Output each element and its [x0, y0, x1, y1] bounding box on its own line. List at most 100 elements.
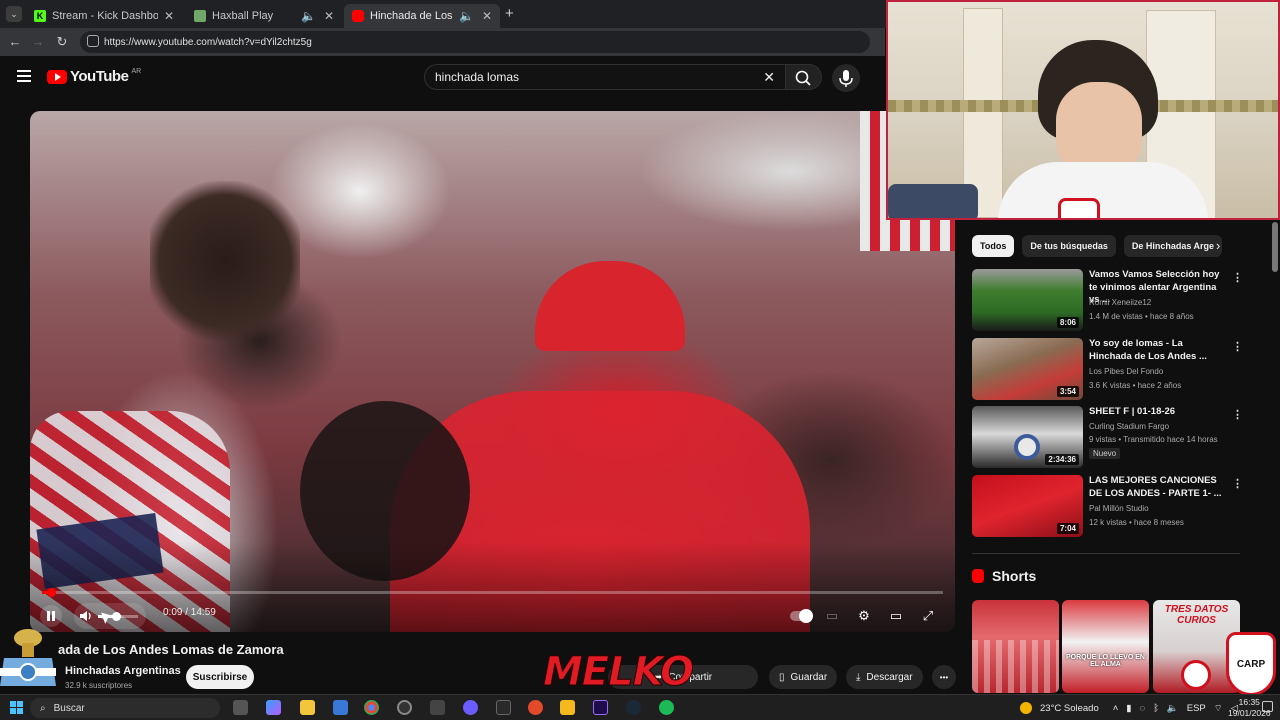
recommendation-item[interactable]: 2:34:36 SHEET F | 01-18-26 Curling Stadi…	[972, 406, 1243, 468]
spotify-icon[interactable]	[659, 700, 674, 715]
progress-bar[interactable]	[42, 588, 943, 597]
speaker-icon[interactable]: 🔈	[1167, 703, 1179, 714]
volume-icon[interactable]	[78, 608, 94, 624]
recommendation-title[interactable]: LAS MEJORES CANCIONES DE LOS ANDES - PAR…	[1089, 475, 1224, 500]
task-view-icon[interactable]	[233, 700, 248, 715]
recommendation-title[interactable]: Yo soy de lomas - La Hinchada de Los And…	[1089, 338, 1224, 363]
recommendation-channel[interactable]: Curling Stadium Fargo	[1089, 422, 1169, 431]
url-field[interactable]: https://www.youtube.com/watch?v=dYil2cht…	[80, 31, 870, 53]
store-icon[interactable]	[333, 700, 348, 715]
weather-text[interactable]: 23°C Soleado	[1040, 703, 1099, 714]
tab-haxball[interactable]: Haxball Play 🔈 ✕	[186, 4, 342, 28]
capcut-icon[interactable]	[430, 700, 445, 715]
more-options-icon[interactable]: ⋮	[1232, 271, 1243, 284]
notifications-icon[interactable]	[1262, 701, 1273, 712]
chips-next-icon[interactable]: ›	[1216, 238, 1220, 253]
recommendation-channel[interactable]: Pal Millón Studio	[1089, 504, 1149, 513]
premiere-icon[interactable]	[593, 700, 608, 715]
more-options-icon[interactable]: ⋮	[1232, 408, 1243, 421]
sidebar-scrollbar[interactable]	[1272, 222, 1278, 272]
close-icon[interactable]: ✕	[164, 9, 174, 23]
speaker-icon[interactable]: 🔈	[301, 9, 316, 23]
epic-games-icon[interactable]	[496, 700, 511, 715]
club-crest-shape	[1181, 660, 1211, 690]
windows-start-icon[interactable]	[10, 701, 23, 714]
search-button[interactable]	[786, 64, 822, 90]
youtube-wordmark: YouTube	[70, 68, 129, 85]
video-duration: 7:04	[1056, 523, 1079, 534]
volume-knob[interactable]	[112, 612, 121, 621]
back-icon[interactable]: ←	[7, 34, 23, 49]
recommendation-title[interactable]: SHEET F | 01-18-26	[1089, 406, 1224, 419]
speaker-icon[interactable]: 🔈	[459, 9, 474, 23]
network-icon[interactable]: ◌	[1140, 703, 1146, 714]
subtitles-button[interactable]: ▭	[821, 605, 843, 627]
wifi-icon[interactable]: ⌔	[1214, 703, 1223, 714]
video-player[interactable]: 0:09 / 14:59 ▭ ⚙ ▭ ⤢	[30, 111, 955, 632]
menu-icon[interactable]	[17, 70, 31, 82]
chip-from-channel[interactable]: De Hinchadas Arge	[1123, 235, 1223, 257]
voice-search-button[interactable]	[832, 64, 860, 92]
copilot-icon[interactable]	[266, 700, 281, 715]
search-input[interactable]: hinchada lomas ✕	[424, 64, 786, 90]
video-thumbnail[interactable]: 2:34:36	[972, 406, 1083, 468]
bluetooth-icon[interactable]: ᛒ	[1153, 703, 1159, 714]
stream-overlay-logo: MELKO	[542, 649, 694, 695]
forward-icon[interactable]: →	[30, 34, 46, 49]
subscribe-button[interactable]: Suscribirse	[186, 665, 254, 689]
app-icon[interactable]	[528, 700, 543, 715]
settings-button[interactable]: ⚙	[853, 605, 875, 627]
channel-name[interactable]: Hinchadas Argentinas	[65, 665, 181, 677]
head-shape	[150, 181, 300, 341]
taskbar-search[interactable]: ⌕ Buscar	[30, 698, 220, 718]
chrome-icon[interactable]	[364, 700, 379, 715]
site-info-icon[interactable]	[87, 35, 99, 47]
tab-label: Haxball Play	[212, 10, 274, 22]
new-tab-button[interactable]: +	[505, 5, 514, 22]
pause-button[interactable]	[40, 605, 62, 627]
chip-from-searches[interactable]: De tus búsquedas	[1022, 235, 1116, 257]
recommendation-item[interactable]: 3:54 Yo soy de lomas - La Hinchada de Lo…	[972, 338, 1243, 400]
recommendation-channel[interactable]: Los Pibes Del Fondo	[1089, 367, 1163, 376]
reload-icon[interactable]: ↻	[54, 34, 70, 50]
recommendation-item[interactable]: 7:04 LAS MEJORES CANCIONES DE LOS ANDES …	[972, 475, 1243, 537]
save-button[interactable]: ▯ Guardar	[769, 665, 838, 689]
fullscreen-button[interactable]: ⤢	[917, 605, 939, 627]
language-indicator[interactable]: ESP	[1187, 703, 1206, 714]
youtube-logo[interactable]: YouTube AR	[47, 68, 141, 85]
microphone-icon[interactable]: ▮	[1126, 703, 1131, 714]
chevron-up-icon[interactable]: ˄	[1113, 703, 1119, 714]
progress-scrubber[interactable]	[47, 588, 56, 597]
short-item[interactable]	[972, 600, 1059, 693]
download-button[interactable]: ⤓ Descargar	[846, 665, 923, 689]
obs-icon[interactable]	[397, 700, 412, 715]
close-icon[interactable]: ✕	[482, 9, 492, 23]
file-explorer-icon[interactable]	[300, 700, 315, 715]
tab-kick-dashboard[interactable]: K Stream - Kick Dashboard ✕	[26, 4, 182, 28]
tab-youtube[interactable]: Hinchada de Los Andes Lo 🔈 ✕	[344, 4, 500, 28]
short-item[interactable]: PORQUE LO LLEVO EN EL ALMA	[1062, 600, 1149, 693]
region-code: AR	[131, 68, 142, 75]
video-thumbnail[interactable]: 3:54	[972, 338, 1083, 400]
recommendation-channel[interactable]: Romii Xeneiize12	[1089, 298, 1151, 307]
autoplay-toggle[interactable]	[789, 605, 813, 627]
more-actions-button[interactable]: •••	[932, 665, 956, 689]
video-thumbnail[interactable]: 8:06	[972, 269, 1083, 331]
chip-all[interactable]: Todos	[972, 235, 1015, 257]
recommendation-meta: 1.4 M de vistas • hace 8 años	[1089, 312, 1194, 321]
theater-mode-button[interactable]: ▭	[885, 605, 907, 627]
more-options-icon[interactable]: ⋮	[1232, 477, 1243, 490]
shorts-label: Shorts	[992, 568, 1037, 584]
video-duration: 8:06	[1056, 317, 1079, 328]
more-options-icon[interactable]: ⋮	[1232, 340, 1243, 353]
discord-icon[interactable]	[463, 700, 478, 715]
clear-search-icon[interactable]: ✕	[763, 69, 775, 86]
recommendation-item[interactable]: 8:06 Vamos Vamos Selección hoy te vinimo…	[972, 269, 1243, 331]
rockstar-icon[interactable]	[560, 700, 575, 715]
close-icon[interactable]: ✕	[324, 9, 334, 23]
video-thumbnail[interactable]: 7:04	[972, 475, 1083, 537]
tab-search-icon[interactable]: ⌄	[6, 6, 22, 22]
steam-icon[interactable]	[626, 700, 641, 715]
badge-text: CARP	[1066, 219, 1092, 220]
taskbar-search-placeholder: Buscar	[53, 702, 85, 714]
